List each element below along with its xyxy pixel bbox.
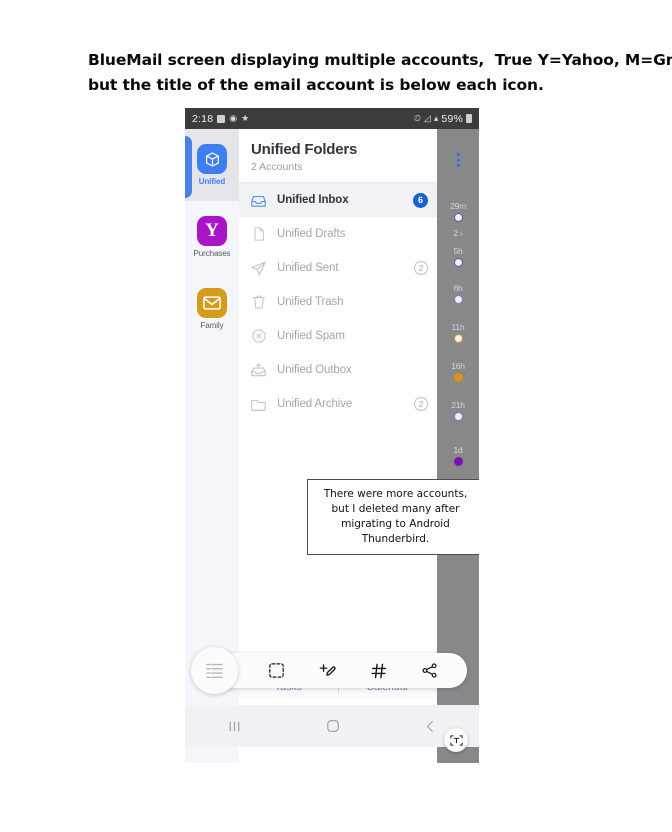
message-time-list: 29m 2 › 5h 6h 11h 16h 21h 1d [437, 191, 479, 466]
caption-line-2: but the title of the email account is be… [88, 76, 544, 94]
status-time: 2:18 [192, 112, 214, 125]
sidebar-item-purchases[interactable]: Y Purchases [185, 201, 239, 273]
outbox-icon [249, 361, 268, 380]
folder-label: Unified Archive [277, 398, 353, 410]
archive-icon [249, 395, 268, 414]
share-icon[interactable] [421, 662, 438, 679]
folder-row-unified-archive[interactable]: Unified Archive 2 [239, 387, 437, 421]
thread-count: 2 › [453, 228, 463, 238]
sidebar-item-family-label: Family [200, 321, 224, 330]
folder-label: Unified Drafts [277, 228, 346, 240]
status-bar: 2:18 ◉ ★ ⏲ ◿ ▴ 59% [185, 108, 479, 129]
avatar [453, 295, 463, 304]
message-time: 29m [450, 201, 466, 211]
trash-icon [249, 293, 268, 312]
list-item[interactable]: 6h [437, 283, 479, 304]
avatar [453, 373, 463, 382]
battery-icon [466, 114, 472, 123]
text-select-icon[interactable] [268, 662, 285, 679]
folder-row-unified-sent[interactable]: Unified Sent 2 [239, 251, 437, 285]
message-time: 11h [451, 322, 465, 332]
gmail-icon [197, 288, 227, 318]
toolbar-icons [251, 661, 467, 680]
alarm-icon: ⏲ [413, 113, 421, 123]
status-badge: 2 [414, 397, 428, 411]
battery-percent: 59% [441, 112, 463, 125]
folder-row-unified-spam[interactable]: Unified Spam [239, 319, 437, 353]
panel-header: Unified Folders 2 Accounts [239, 129, 437, 183]
edge-panel-handle[interactable] [185, 136, 192, 198]
page-title: Unified Folders [251, 141, 358, 158]
phone-screenshot: 2:18 ◉ ★ ⏲ ◿ ▴ 59% Unified Y Purchases F… [185, 108, 479, 763]
list-item[interactable]: 2 › [437, 228, 479, 240]
yahoo-glyph: Y [205, 220, 219, 241]
folder-row-unified-drafts[interactable]: Unified Drafts [239, 217, 437, 251]
star-icon: ★ [241, 113, 250, 123]
list-item[interactable]: 11h [437, 322, 479, 343]
message-time: 1d [453, 445, 463, 455]
floating-toolbar [191, 647, 467, 694]
folder-row-unified-inbox[interactable]: Unified Inbox 6 [239, 183, 437, 217]
spam-icon [249, 327, 268, 346]
image-icon [217, 114, 226, 123]
avatar [453, 457, 463, 466]
back-icon[interactable] [423, 719, 438, 734]
status-bar-left: 2:18 ◉ ★ [192, 113, 249, 125]
hashtag-icon[interactable] [370, 662, 388, 680]
wifi-icon: ◿ [423, 113, 431, 123]
more-options-icon [456, 153, 460, 167]
list-item[interactable]: 21h [437, 400, 479, 421]
status-bar-right: ⏲ ◿ ▴ 59% [414, 113, 472, 125]
folder-label: Unified Inbox [277, 194, 349, 206]
avatar [453, 412, 463, 421]
list-handle-icon[interactable] [191, 647, 238, 694]
message-time: 6h [453, 283, 463, 293]
folder-label: Unified Spam [277, 330, 345, 342]
list-item[interactable]: 16h [437, 361, 479, 382]
caption-line-1: BlueMail screen displaying multiple acco… [88, 51, 672, 69]
android-nav-bar [185, 705, 479, 747]
text-scan-fab[interactable] [444, 728, 468, 752]
sidebar-item-purchases-label: Purchases [193, 249, 231, 258]
list-item[interactable]: 1d [437, 445, 479, 466]
send-icon [249, 259, 268, 278]
folder-label: Unified Trash [277, 296, 344, 308]
recents-icon[interactable] [226, 719, 243, 734]
sidebar-item-unified-label: Unified [198, 177, 226, 186]
settings-icon: ◉ [229, 113, 238, 123]
cube-icon [197, 144, 227, 174]
avatar [453, 213, 463, 222]
yahoo-icon: Y [197, 216, 227, 246]
message-time: 16h [451, 361, 465, 371]
overflow-menu-button[interactable] [437, 129, 479, 191]
folder-row-unified-outbox[interactable]: Unified Outbox [239, 353, 437, 387]
message-time: 5h [453, 246, 463, 256]
list-item[interactable]: 29m [437, 201, 479, 222]
status-badge: 6 [413, 192, 428, 208]
message-time: 21h [451, 400, 465, 410]
annotation-box: There were more accounts, but I deleted … [307, 479, 479, 555]
sidebar-item-unified[interactable]: Unified [185, 129, 239, 201]
edit-crop-icon[interactable] [318, 661, 337, 680]
folder-row-unified-trash[interactable]: Unified Trash [239, 285, 437, 319]
home-icon[interactable] [325, 718, 341, 734]
status-badge: 2 [414, 261, 428, 275]
folder-label: Unified Outbox [277, 364, 352, 376]
accounts-count: 2 Accounts [251, 161, 303, 173]
sidebar-item-family[interactable]: Family [185, 273, 239, 345]
draft-icon [249, 225, 268, 244]
page-caption: BlueMail screen displaying multiple acco… [88, 48, 672, 98]
inbox-icon [249, 191, 268, 210]
folder-label: Unified Sent [277, 262, 339, 274]
avatar [453, 334, 463, 343]
signal-icon: ▴ [433, 113, 439, 123]
avatar [453, 258, 463, 267]
list-item[interactable]: 5h [437, 246, 479, 267]
